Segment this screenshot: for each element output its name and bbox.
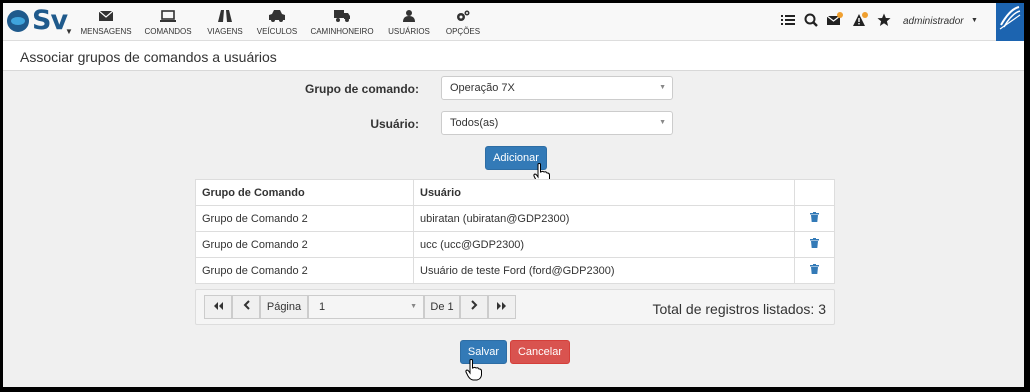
cell-user: ucc (ucc@GDP2300) <box>413 231 795 258</box>
nav-label: VIAGENS <box>207 27 243 36</box>
nav-label: MENSAGENS <box>80 27 132 36</box>
column-header-group: Grupo de Comando <box>195 179 414 206</box>
column-header-user: Usuário <box>413 179 795 206</box>
car-icon <box>269 10 285 22</box>
table-header-row: Grupo de Comando Usuário <box>195 179 835 206</box>
group-select[interactable]: Operação 7X ▼ <box>441 76 673 100</box>
nav-label: CAMINHONEIRO <box>310 27 374 36</box>
nav-label: OPÇÕES <box>445 27 481 36</box>
user-label: Usuário: <box>370 117 419 131</box>
table-row: Grupo de Comando 2 Usuário de teste Ford… <box>195 257 835 284</box>
total-records-label: Total de registros listados: 3 <box>652 301 826 317</box>
list-icon[interactable] <box>781 13 795 27</box>
brand-mark-icon <box>999 6 1021 30</box>
delete-row-button[interactable] <box>794 231 835 258</box>
cell-user: ubiratan (ubiratan@GDP2300) <box>413 205 795 232</box>
nav-label: COMANDOS <box>144 27 192 36</box>
nav-item-caminhoneiro[interactable]: CAMINHONEIRO <box>309 9 375 36</box>
alerts-notification[interactable] <box>853 12 869 27</box>
page-title: Associar grupos de comandos a usuários <box>20 49 277 65</box>
delete-row-button[interactable] <box>794 257 835 284</box>
cell-group: Grupo de Comando 2 <box>195 205 414 232</box>
gears-icon <box>457 10 470 21</box>
prev-page-button[interactable] <box>232 295 260 319</box>
chevron-down-icon: ▼ <box>410 303 417 310</box>
group-label: Grupo de comando: <box>305 82 419 96</box>
top-navbar: Sv ▼ MENSAGENS COMANDOS VIAGENS VEÍCULOS… <box>3 3 1024 41</box>
table-row: Grupo de Comando 2 ucc (ucc@GDP2300) <box>195 231 835 258</box>
page-select[interactable]: 1 ▼ <box>308 295 424 319</box>
envelope-icon <box>99 10 113 21</box>
chevron-down-icon: ▼ <box>971 17 978 24</box>
nav-label: USUÁRIOS <box>388 27 430 36</box>
chevron-down-icon: ▼ <box>65 27 73 36</box>
trash-icon <box>810 212 819 222</box>
notification-badge <box>862 12 868 18</box>
delete-row-button[interactable] <box>794 205 835 232</box>
table-row: Grupo de Comando 2 ubiratan (ubiratan@GD… <box>195 205 835 232</box>
user-select[interactable]: Todos(as) ▼ <box>441 111 673 135</box>
hand-cursor-icon <box>465 359 482 381</box>
logo-text: Sv <box>32 5 68 36</box>
last-page-button[interactable] <box>488 295 516 319</box>
app-window: Sv ▼ MENSAGENS COMANDOS VIAGENS VEÍCULOS… <box>3 3 1024 387</box>
trash-icon <box>810 264 819 274</box>
page-header: Associar grupos de comandos a usuários <box>3 41 1024 71</box>
nav-item-comandos[interactable]: COMANDOS <box>143 9 193 36</box>
double-chevron-right-icon <box>497 302 506 310</box>
notification-badge <box>837 12 843 18</box>
next-page-button[interactable] <box>460 295 488 319</box>
double-chevron-left-icon <box>214 302 223 310</box>
chevron-down-icon: ▼ <box>659 84 666 91</box>
cell-user: Usuário de teste Ford (ford@GDP2300) <box>413 257 795 284</box>
chevron-right-icon <box>470 300 477 310</box>
nav-item-opcoes[interactable]: OPÇÕES <box>441 9 485 36</box>
user-select-value: Todos(as) <box>450 117 499 129</box>
laptop-icon <box>160 10 176 22</box>
chevron-down-icon: ▼ <box>659 119 666 126</box>
star-icon[interactable] <box>877 13 891 27</box>
app-logo[interactable]: Sv ▼ <box>5 5 73 37</box>
cell-group: Grupo de Comando 2 <box>195 257 414 284</box>
logo-mark <box>7 10 29 32</box>
association-table: Grupo de Comando Usuário Grupo de Comand… <box>195 179 835 284</box>
trash-icon <box>810 238 819 248</box>
search-icon[interactable] <box>804 13 818 27</box>
nav-item-mensagens[interactable]: MENSAGENS <box>79 9 133 36</box>
nav-item-usuarios[interactable]: USUÁRIOS <box>385 9 433 36</box>
truck-icon <box>334 10 350 22</box>
brand-logo <box>996 3 1024 41</box>
first-page-button[interactable] <box>204 295 232 319</box>
user-icon <box>403 10 415 22</box>
nav-item-veiculos[interactable]: VEÍCULOS <box>255 9 299 36</box>
messages-notification[interactable] <box>826 12 843 27</box>
page-label: Página <box>260 295 308 319</box>
user-menu[interactable]: administrador <box>903 16 964 27</box>
cell-group: Grupo de Comando 2 <box>195 231 414 258</box>
nav-item-viagens[interactable]: VIAGENS <box>203 9 247 36</box>
nav-label: VEÍCULOS <box>256 27 298 36</box>
pagination-bar: Página 1 ▼ De 1 Total de registros lista… <box>195 289 835 325</box>
road-icon <box>218 10 232 22</box>
page-select-value: 1 <box>319 301 326 313</box>
column-header-actions <box>794 179 835 206</box>
cancel-button[interactable]: Cancelar <box>510 340 570 364</box>
group-select-value: Operação 7X <box>450 82 515 94</box>
chevron-left-icon <box>243 300 250 310</box>
page-count-label: De 1 <box>424 295 460 319</box>
